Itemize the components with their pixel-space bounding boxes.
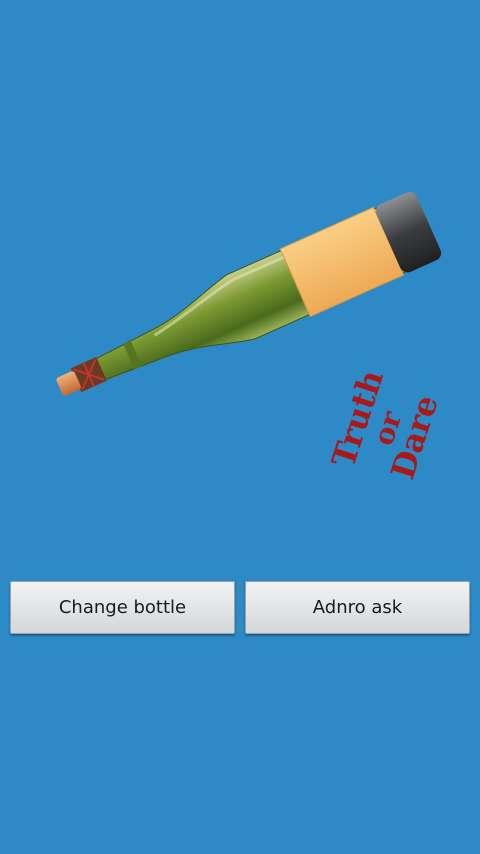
spinning-bottle[interactable]: Truth or Dare xyxy=(0,150,480,480)
bottle-graphic: Truth or Dare xyxy=(56,192,446,480)
app-screen: Truth or Dare Change bottle Adnro ask xyxy=(0,0,480,854)
random-ask-button[interactable]: Adnro ask xyxy=(245,581,470,634)
change-bottle-button[interactable]: Change bottle xyxy=(10,581,235,634)
